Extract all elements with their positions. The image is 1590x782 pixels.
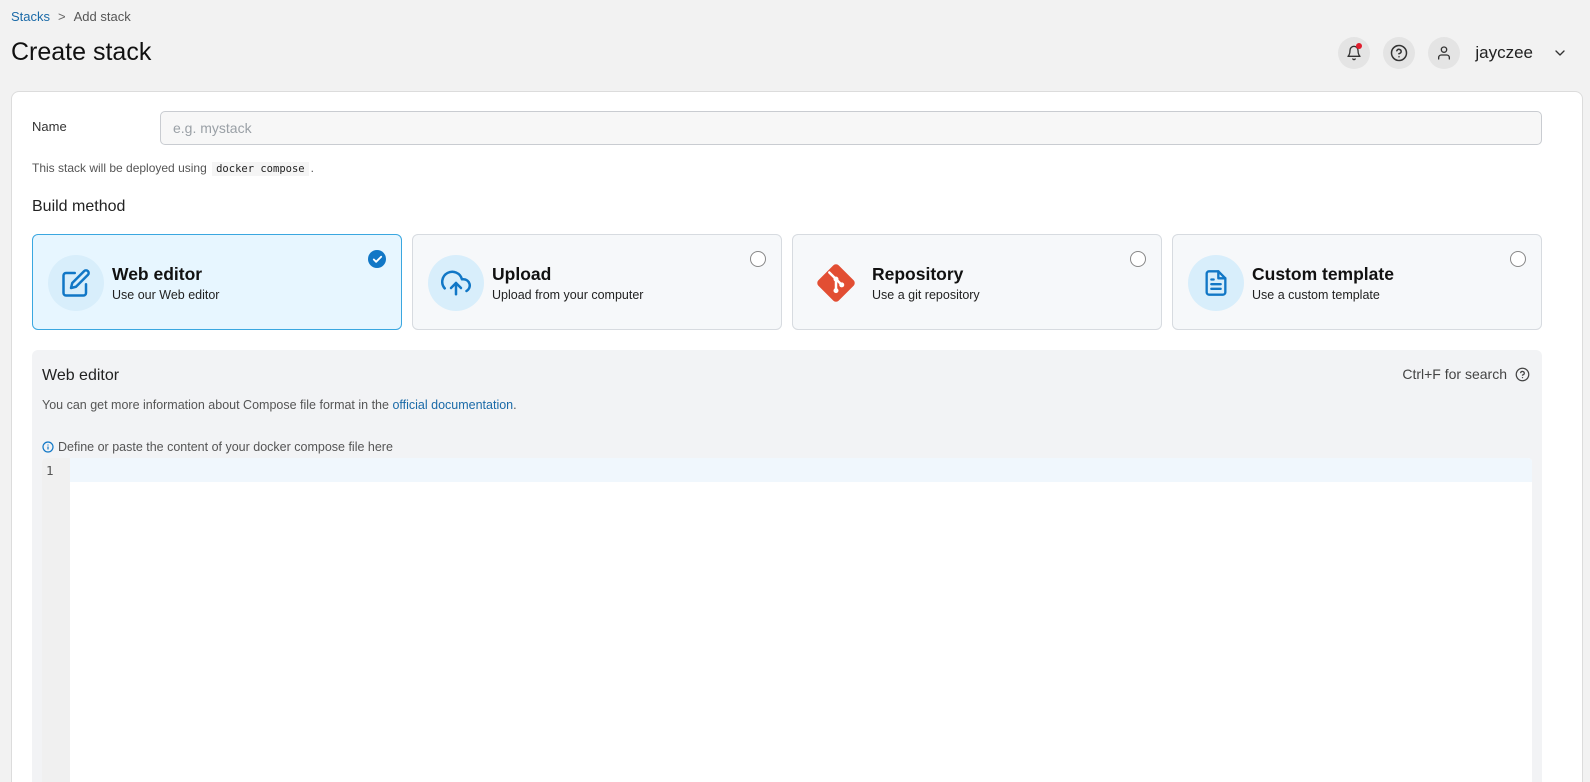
help-button[interactable] — [1383, 37, 1416, 69]
editor-gutter: 1 — [42, 458, 70, 782]
user-menu-toggle[interactable] — [1552, 45, 1568, 61]
upload-radio[interactable] — [750, 251, 766, 267]
web-editor-icon-wrap — [48, 255, 104, 311]
web-editor-panel: Web editor Ctrl+F for search You can get… — [32, 350, 1542, 782]
active-line — [70, 458, 1532, 482]
git-icon — [817, 264, 855, 302]
page-title: Create stack — [11, 38, 152, 66]
repository-icon-wrap — [808, 255, 864, 311]
edit-icon — [62, 269, 90, 297]
breadcrumb-separator: > — [58, 9, 66, 24]
upload-title: Upload — [492, 264, 552, 284]
code-editor[interactable]: 1 — [42, 458, 1532, 782]
editor-hint: Define or paste the content of your dock… — [42, 440, 393, 454]
editor-hint-text: Define or paste the content of your dock… — [58, 440, 393, 454]
upload-icon-wrap — [428, 255, 484, 311]
build-method-title: Build method — [32, 198, 126, 215]
info-icon — [42, 441, 54, 453]
name-input[interactable] — [160, 111, 1542, 145]
user-icon — [1438, 46, 1451, 60]
help-circle-icon[interactable] — [1515, 367, 1530, 382]
web-editor-subtitle: Use our Web editor — [112, 288, 220, 302]
user-avatar[interactable] — [1428, 37, 1461, 69]
create-stack-form: Name This stack will be deployed using d… — [11, 91, 1583, 782]
deploy-note-text: This stack will be deployed using — [32, 161, 207, 175]
web-editor-radio[interactable] — [368, 250, 386, 268]
custom-template-subtitle: Use a custom template — [1252, 288, 1380, 302]
custom-template-icon-wrap — [1188, 255, 1244, 311]
name-label: Name — [32, 119, 67, 134]
deploy-note: This stack will be deployed using docker… — [32, 161, 314, 176]
editor-info-suffix: . — [513, 398, 517, 412]
check-icon — [372, 255, 382, 263]
line-number: 1 — [46, 463, 54, 478]
build-method-web-editor[interactable]: Web editor Use our Web editor — [32, 234, 402, 330]
breadcrumb-current: Add stack — [73, 9, 131, 24]
custom-template-title: Custom template — [1252, 264, 1394, 284]
repository-radio[interactable] — [1130, 251, 1146, 267]
editor-title: Web editor — [42, 367, 120, 384]
build-method-custom-template[interactable]: Custom template Use a custom template — [1172, 234, 1542, 330]
editor-info: You can get more information about Compo… — [42, 398, 517, 412]
web-editor-title: Web editor — [112, 264, 203, 284]
username[interactable]: jayczee — [1475, 43, 1533, 63]
upload-subtitle: Upload from your computer — [492, 288, 644, 302]
chevron-down-icon — [1555, 50, 1565, 56]
repository-title: Repository — [872, 264, 964, 284]
header-actions: jayczee — [1338, 37, 1568, 69]
deploy-note-suffix: . — [310, 161, 314, 175]
file-text-icon — [1205, 270, 1227, 296]
breadcrumb-stacks-link[interactable]: Stacks — [11, 9, 50, 24]
notifications-button[interactable] — [1338, 37, 1371, 69]
cloud-upload-icon — [441, 270, 471, 296]
editor-info-text: You can get more information about Compo… — [42, 398, 389, 412]
deploy-note-code: docker compose — [212, 162, 309, 176]
custom-template-radio[interactable] — [1510, 251, 1526, 267]
editor-search-hint: Ctrl+F for search — [1402, 366, 1530, 382]
help-circle-icon — [1391, 44, 1408, 62]
breadcrumb: Stacks > Add stack — [11, 9, 131, 24]
official-documentation-link[interactable]: official documentation — [392, 398, 513, 412]
search-hint-text: Ctrl+F for search — [1402, 366, 1507, 382]
build-method-upload[interactable]: Upload Upload from your computer — [412, 234, 782, 330]
build-method-repository[interactable]: Repository Use a git repository — [792, 234, 1162, 330]
repository-subtitle: Use a git repository — [872, 288, 980, 302]
